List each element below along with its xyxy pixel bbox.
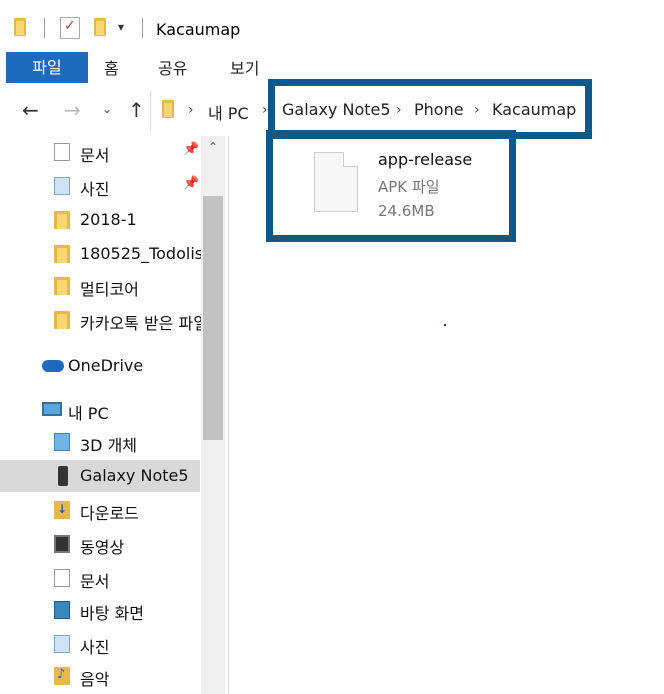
- desktop-icon: [54, 601, 70, 619]
- sidebar-item-my-pc[interactable]: 내 PC: [0, 394, 200, 426]
- cursor-dot: [444, 324, 446, 326]
- sidebar-item-label: 문서: [80, 572, 110, 591]
- chevron-right-icon[interactable]: ›: [396, 102, 402, 118]
- window-title: Kacaumap: [156, 20, 241, 39]
- folder-icon: [54, 211, 70, 229]
- phone-icon: [58, 466, 68, 486]
- navigation-pane: 문서 📌 사진 📌 2018-1 180525_Todolist 멀티코어 카카…: [0, 136, 229, 694]
- sidebar-item-todolist[interactable]: 180525_Todolist: [0, 238, 202, 270]
- sidebar-item-2018-1[interactable]: 2018-1: [0, 204, 200, 236]
- sidebar-item-label: OneDrive: [68, 356, 144, 375]
- sidebar-item-label: 다운로드: [80, 504, 139, 523]
- sidebar-item-3d-objects[interactable]: 3D 개체: [0, 426, 200, 458]
- sidebar-item-label: 2018-1: [80, 210, 137, 229]
- sidebar-item-label: 사진: [80, 638, 110, 657]
- sidebar-item-label: 바탕 화면: [80, 604, 144, 623]
- music-icon: ♪: [54, 667, 70, 685]
- sidebar-item-music[interactable]: ♪ 음악: [0, 660, 200, 692]
- tab-file[interactable]: 파일: [6, 52, 88, 83]
- computer-icon: [42, 402, 62, 416]
- sidebar-item-multicore[interactable]: 멀티코어: [0, 270, 200, 302]
- chevron-right-icon[interactable]: ›: [474, 102, 480, 118]
- sidebar-item-desktop[interactable]: 바탕 화면: [0, 594, 200, 626]
- separator: [142, 18, 143, 38]
- location-folder-icon: [162, 100, 174, 118]
- sidebar-item-label: 카카오톡 받은 파일: [80, 314, 202, 333]
- sidebar-item-label: 3D 개체: [80, 436, 138, 455]
- forward-arrow-icon[interactable]: →: [64, 100, 81, 120]
- cloud-icon: [42, 360, 64, 372]
- breadcrumb-phone[interactable]: Phone: [414, 100, 464, 119]
- file-icon: [314, 152, 358, 212]
- sidebar-item-kakaotalk[interactable]: 카카오톡 받은 파일: [0, 304, 202, 336]
- up-arrow-icon[interactable]: ↑: [128, 100, 145, 120]
- sidebar-item-documents[interactable]: 문서 📌: [0, 136, 200, 168]
- breadcrumb-kacaumap[interactable]: Kacaumap: [492, 100, 576, 119]
- file-type: APK 파일: [378, 178, 440, 196]
- cube-icon: [54, 433, 70, 451]
- sidebar-item-label: 멀티코어: [80, 280, 139, 299]
- sidebar-item-label: Galaxy Note5: [80, 466, 189, 485]
- sidebar-item-documents-pc[interactable]: 문서: [0, 562, 200, 594]
- qat-dropdown-icon[interactable]: ▾: [118, 20, 124, 34]
- sidebar-item-label: 내 PC: [68, 404, 109, 423]
- download-icon: ↓: [54, 501, 70, 519]
- sidebar-item-downloads[interactable]: ↓ 다운로드: [0, 494, 200, 526]
- sidebar-item-onedrive[interactable]: OneDrive: [0, 350, 200, 382]
- sidebar-item-label: 동영상: [80, 538, 125, 557]
- sidebar-item-videos[interactable]: 동영상: [0, 528, 200, 560]
- folder-icon: [14, 18, 26, 36]
- separator: [150, 90, 151, 130]
- sidebar-item-pictures[interactable]: 사진 📌: [0, 170, 200, 202]
- picture-icon: [54, 635, 70, 653]
- file-name: app-release: [378, 150, 473, 169]
- pin-icon[interactable]: 📌: [183, 176, 199, 191]
- sidebar-item-pictures-pc[interactable]: 사진: [0, 628, 200, 660]
- recent-locations-icon[interactable]: ⌄: [102, 102, 112, 116]
- pin-icon[interactable]: 📌: [183, 142, 199, 157]
- back-arrow-icon[interactable]: ←: [22, 100, 39, 120]
- scrollbar-thumb[interactable]: [203, 196, 223, 440]
- tab-view[interactable]: 보기: [230, 52, 259, 83]
- tab-home[interactable]: 홈: [104, 52, 119, 83]
- file-size: 24.6MB: [378, 202, 435, 220]
- picture-icon: [54, 177, 70, 195]
- document-icon: [54, 569, 70, 587]
- title-bar: ✓ ▾ Kacaumap: [0, 0, 664, 52]
- new-folder-icon[interactable]: [94, 18, 106, 36]
- chevron-right-icon[interactable]: ›: [262, 102, 268, 118]
- breadcrumb-my-pc[interactable]: 내 PC: [208, 100, 249, 124]
- separator: [44, 18, 45, 38]
- scroll-up-icon[interactable]: ⌃: [201, 136, 225, 158]
- folder-icon: [54, 277, 70, 295]
- document-icon: [54, 143, 70, 161]
- sidebar-item-galaxy-note5[interactable]: Galaxy Note5: [0, 460, 200, 492]
- folder-icon: [54, 311, 70, 329]
- tab-share[interactable]: 공유: [158, 52, 187, 83]
- chevron-right-icon[interactable]: ›: [188, 102, 194, 118]
- sidebar-item-label: 180525_Todolist: [80, 244, 202, 263]
- properties-icon[interactable]: ✓: [60, 17, 80, 39]
- sidebar-item-label: 음악: [80, 670, 110, 689]
- video-icon: [54, 535, 70, 553]
- folder-icon: [54, 245, 70, 263]
- breadcrumb-galaxy-note5[interactable]: Galaxy Note5: [282, 100, 391, 119]
